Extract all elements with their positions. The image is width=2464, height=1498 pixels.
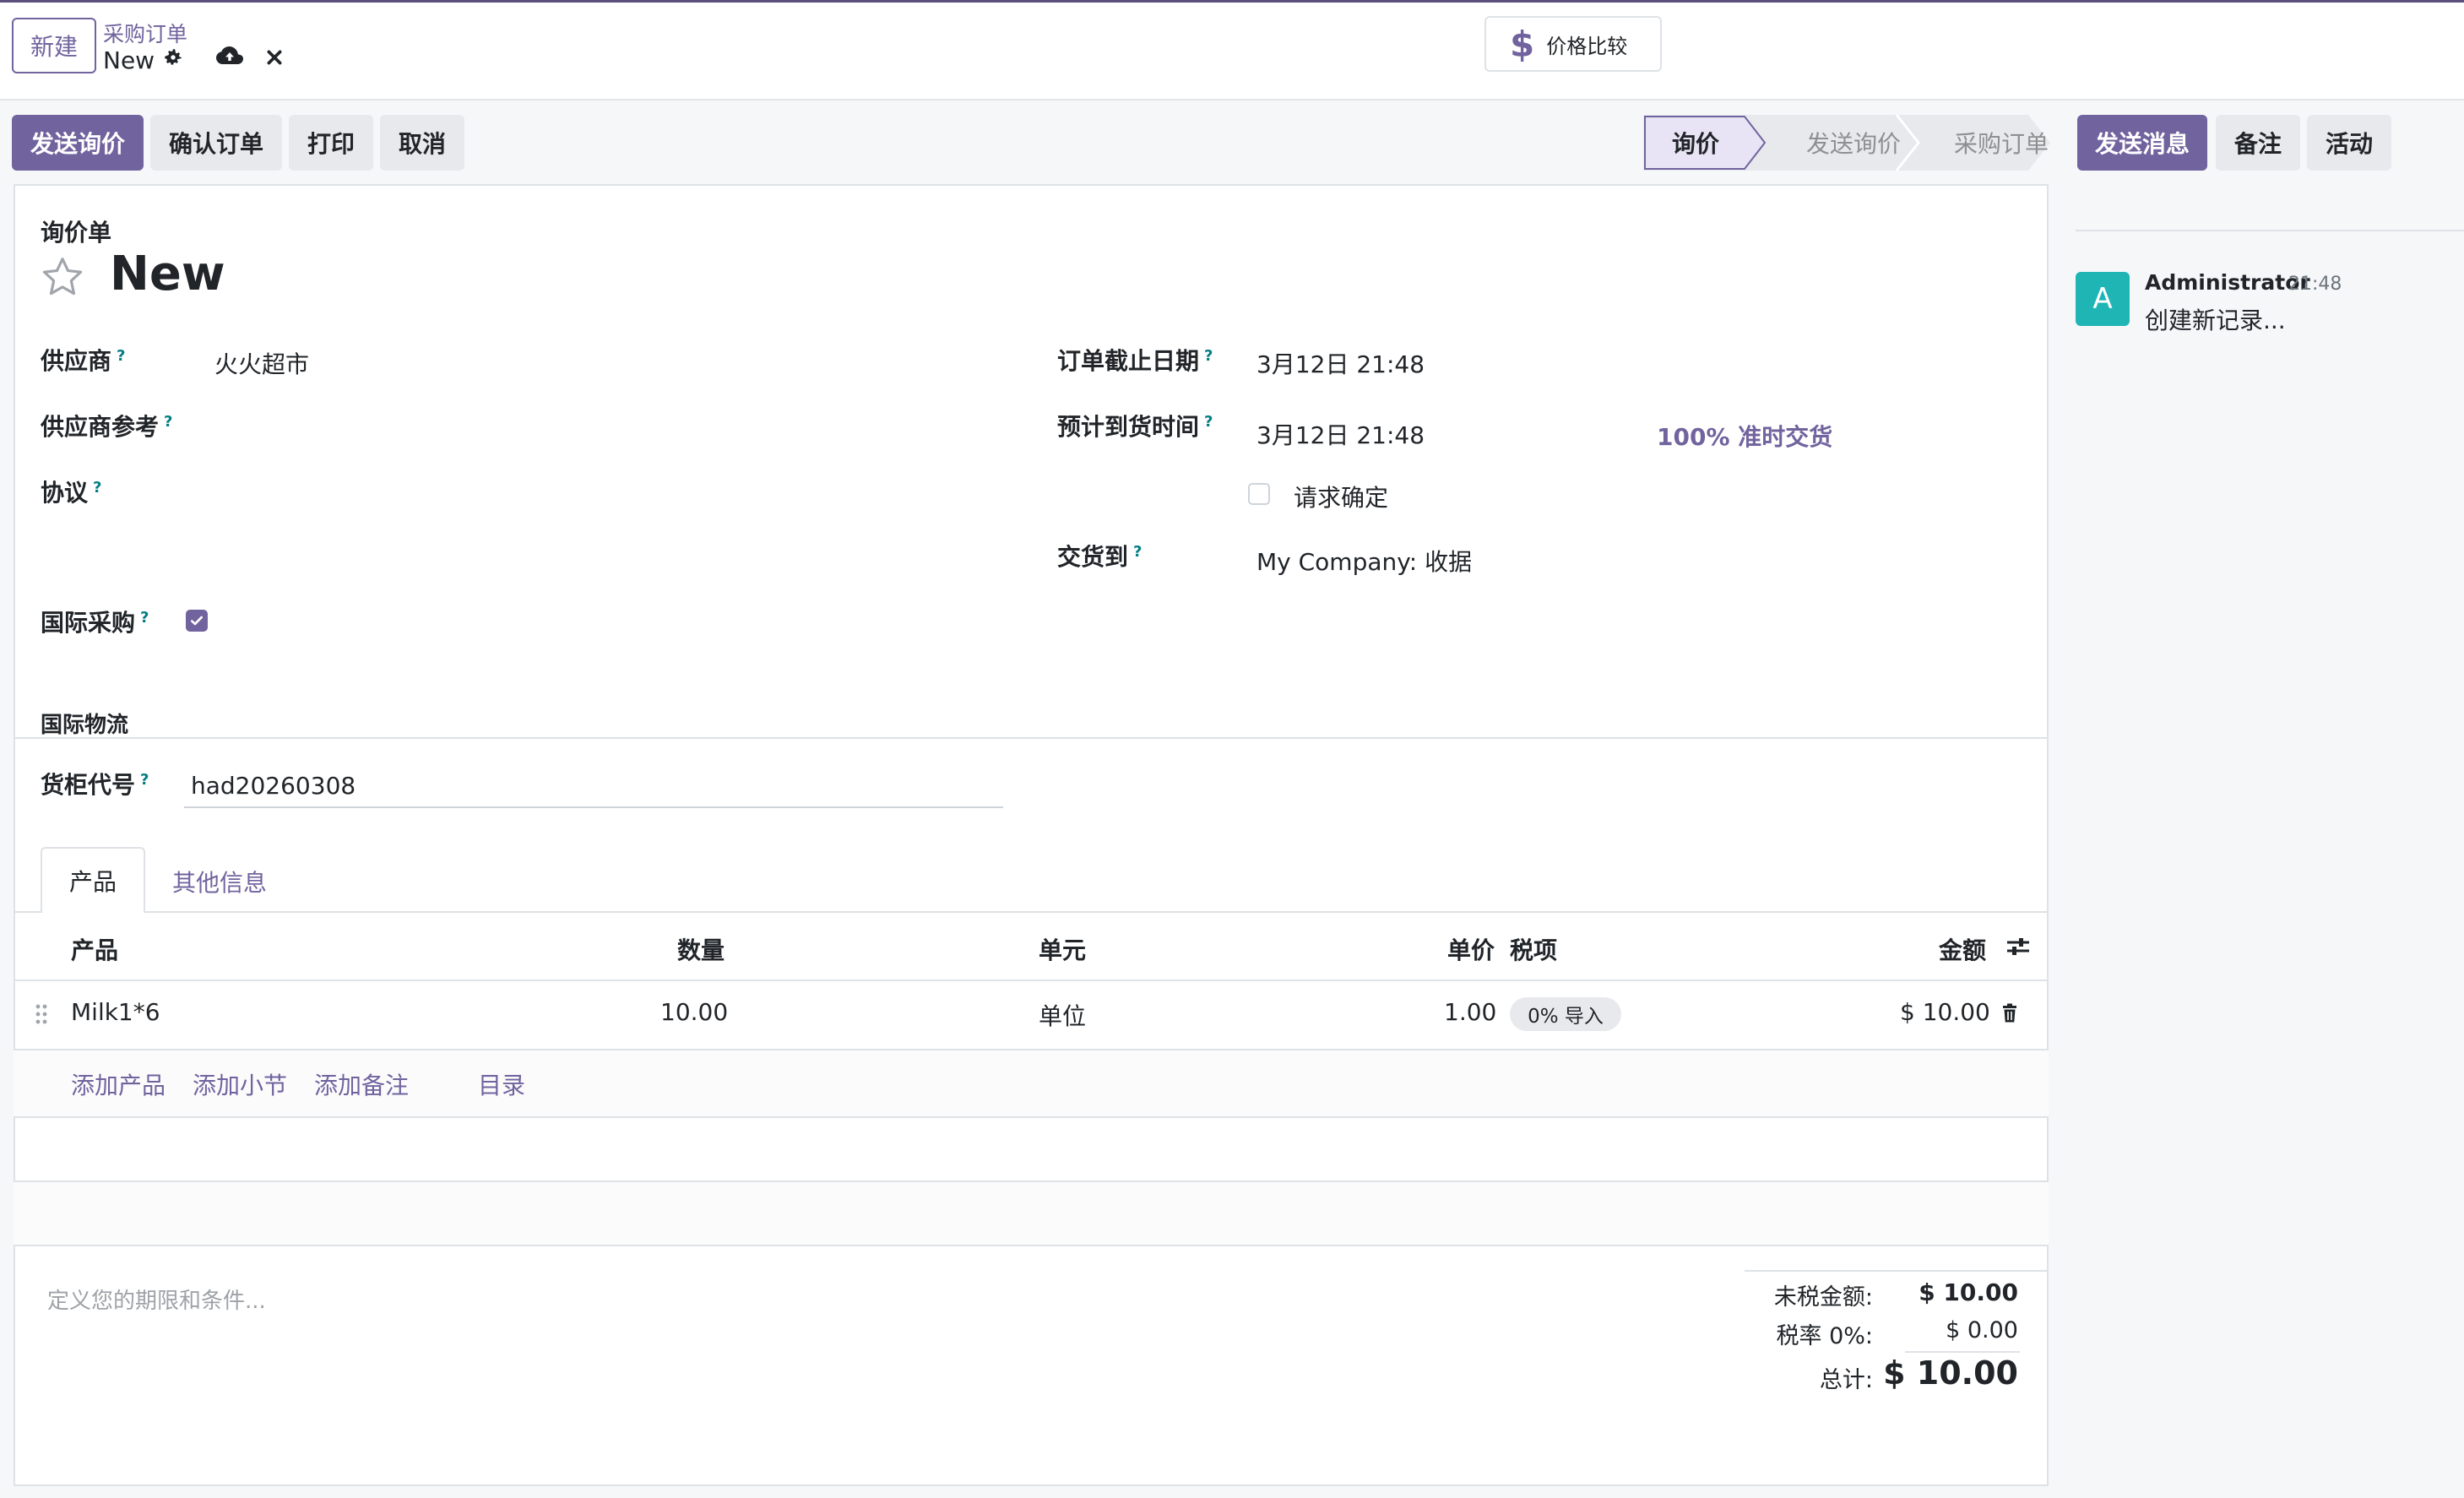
section-divider [14, 737, 2049, 739]
container-label: 货柜代号? [41, 770, 149, 799]
log-note-button[interactable]: 备注 [2216, 115, 2300, 171]
row-unit-price[interactable]: 1.00 [1444, 998, 1496, 1026]
cloud-upload-icon[interactable] [214, 43, 245, 70]
star-icon[interactable] [37, 252, 88, 302]
add-note-link[interactable]: 添加备注 [314, 1067, 409, 1101]
ask-confirmation-label: 请求确定 [1294, 484, 1389, 512]
help-icon: ? [140, 608, 149, 627]
help-icon: ? [1133, 542, 1142, 561]
terms-input[interactable]: 定义您的期限和条件... [47, 1284, 266, 1315]
message-author[interactable]: Administrator [2145, 270, 2310, 295]
international-checkbox[interactable] [186, 610, 208, 632]
trash-icon[interactable] [2000, 1001, 2020, 1025]
tax-value: $ 0.00 [1946, 1317, 2018, 1343]
logistics-section-title: 国际物流 [41, 713, 129, 738]
container-value[interactable]: had20260308 [191, 772, 355, 800]
on-time-rate: 100% 准时交货 [1657, 423, 1833, 451]
help-icon: ? [140, 770, 149, 789]
col-amount[interactable]: 金额 [1939, 932, 1986, 966]
supplier-label: 供应商? [41, 346, 126, 375]
stage-purchase-order[interactable]: 采购订单 [1917, 115, 2086, 171]
total-value: $ 10.00 [1883, 1354, 2018, 1392]
message-time: 21:48 [2288, 274, 2342, 295]
expected-arrival-label: 预计到货时间? [1057, 412, 1213, 441]
total-divider [1905, 1351, 2020, 1353]
stage-rfq-sent[interactable]: 发送询价 [1765, 115, 1942, 171]
tab-products[interactable]: 产品 [41, 847, 145, 913]
order-deadline-value[interactable]: 3月12日 21:48 [1256, 346, 1425, 380]
record-name[interactable]: New [110, 247, 225, 301]
help-icon: ? [93, 478, 102, 497]
send-message-button[interactable]: 发送消息 [2077, 115, 2207, 171]
deliver-to-label: 交货到? [1057, 542, 1142, 571]
catalog-link[interactable]: 目录 [478, 1067, 525, 1101]
deliver-to-value[interactable]: My Company: 收据 [1256, 544, 1472, 578]
row-divider [14, 1116, 2049, 1118]
container-input-underline [184, 806, 1003, 808]
total-label: 总计: [1819, 1367, 1873, 1393]
help-icon: ? [117, 346, 126, 365]
avatar[interactable]: A [2076, 272, 2130, 326]
untaxed-label: 未税金额: [1773, 1284, 1873, 1311]
close-icon[interactable] [263, 46, 285, 68]
row-divider [14, 1180, 2049, 1182]
price-compare-label: 价格比较 [1546, 34, 1628, 58]
tab-other-info[interactable]: 其他信息 [172, 865, 267, 898]
gear-icon[interactable] [160, 45, 186, 70]
col-taxes[interactable]: 税项 [1510, 932, 1557, 966]
breadcrumb-current: New [103, 46, 155, 74]
print-button[interactable]: 打印 [289, 115, 373, 171]
col-unit[interactable]: 单元 [1039, 932, 1086, 966]
row-amount: $ 10.00 [1900, 998, 1990, 1026]
order-deadline-label: 订单截止日期? [1057, 346, 1213, 375]
confirm-order-button[interactable]: 确认订单 [150, 115, 282, 171]
add-section-link[interactable]: 添加小节 [193, 1067, 287, 1101]
international-label: 国际采购? [41, 608, 149, 637]
form-sheet [14, 184, 2049, 1486]
row-unit[interactable]: 单位 [1039, 998, 1086, 1032]
col-unit-price[interactable]: 单价 [1447, 932, 1495, 966]
help-icon: ? [164, 412, 173, 431]
doc-type-label: 询价单 [41, 219, 112, 247]
help-icon: ? [1204, 412, 1213, 431]
message-body: 创建新记录... [2145, 307, 2286, 334]
agreement-label: 协议? [41, 478, 102, 507]
col-quantity[interactable]: 数量 [677, 932, 725, 966]
table-row[interactable] [14, 981, 2049, 1049]
dollar-icon: $ [1510, 23, 1535, 65]
chatter-divider [2076, 230, 2464, 231]
optional-columns-icon[interactable] [2005, 934, 2032, 959]
drag-handle-icon[interactable] [32, 1001, 51, 1027]
tax-badge[interactable]: 0% 导入 [1510, 997, 1621, 1031]
tax-label: 税率 0%: [1776, 1323, 1873, 1349]
send-rfq-button[interactable]: 发送询价 [12, 115, 144, 171]
totals-divider [1745, 1270, 2047, 1272]
add-product-link[interactable]: 添加产品 [71, 1067, 166, 1101]
cancel-button[interactable]: 取消 [380, 115, 464, 171]
activity-button[interactable]: 活动 [2307, 115, 2391, 171]
expected-arrival-value[interactable]: 3月12日 21:48 [1256, 417, 1425, 451]
new-button[interactable]: 新建 [12, 18, 96, 73]
price-compare-button[interactable]: $ 价格比较 [1484, 16, 1662, 72]
row-quantity[interactable]: 10.00 [660, 998, 728, 1026]
row-product[interactable]: Milk1*6 [71, 998, 160, 1026]
empty-row [14, 1180, 2049, 1245]
breadcrumb-parent[interactable]: 采购订单 [103, 18, 187, 48]
tabs-border [14, 911, 2049, 913]
ask-confirmation-checkbox[interactable] [1248, 483, 1270, 505]
help-icon: ? [1204, 346, 1213, 365]
stage-rfq[interactable]: 询价 [1645, 115, 1746, 171]
row-divider [14, 1245, 2049, 1246]
supplier-ref-label: 供应商参考? [41, 412, 173, 441]
col-product[interactable]: 产品 [71, 932, 118, 966]
supplier-value[interactable]: 火火超市 [214, 346, 309, 380]
control-panel: 新建 采购订单 New $ 价格比较 [0, 3, 2464, 100]
untaxed-value: $ 10.00 [1919, 1278, 2018, 1306]
